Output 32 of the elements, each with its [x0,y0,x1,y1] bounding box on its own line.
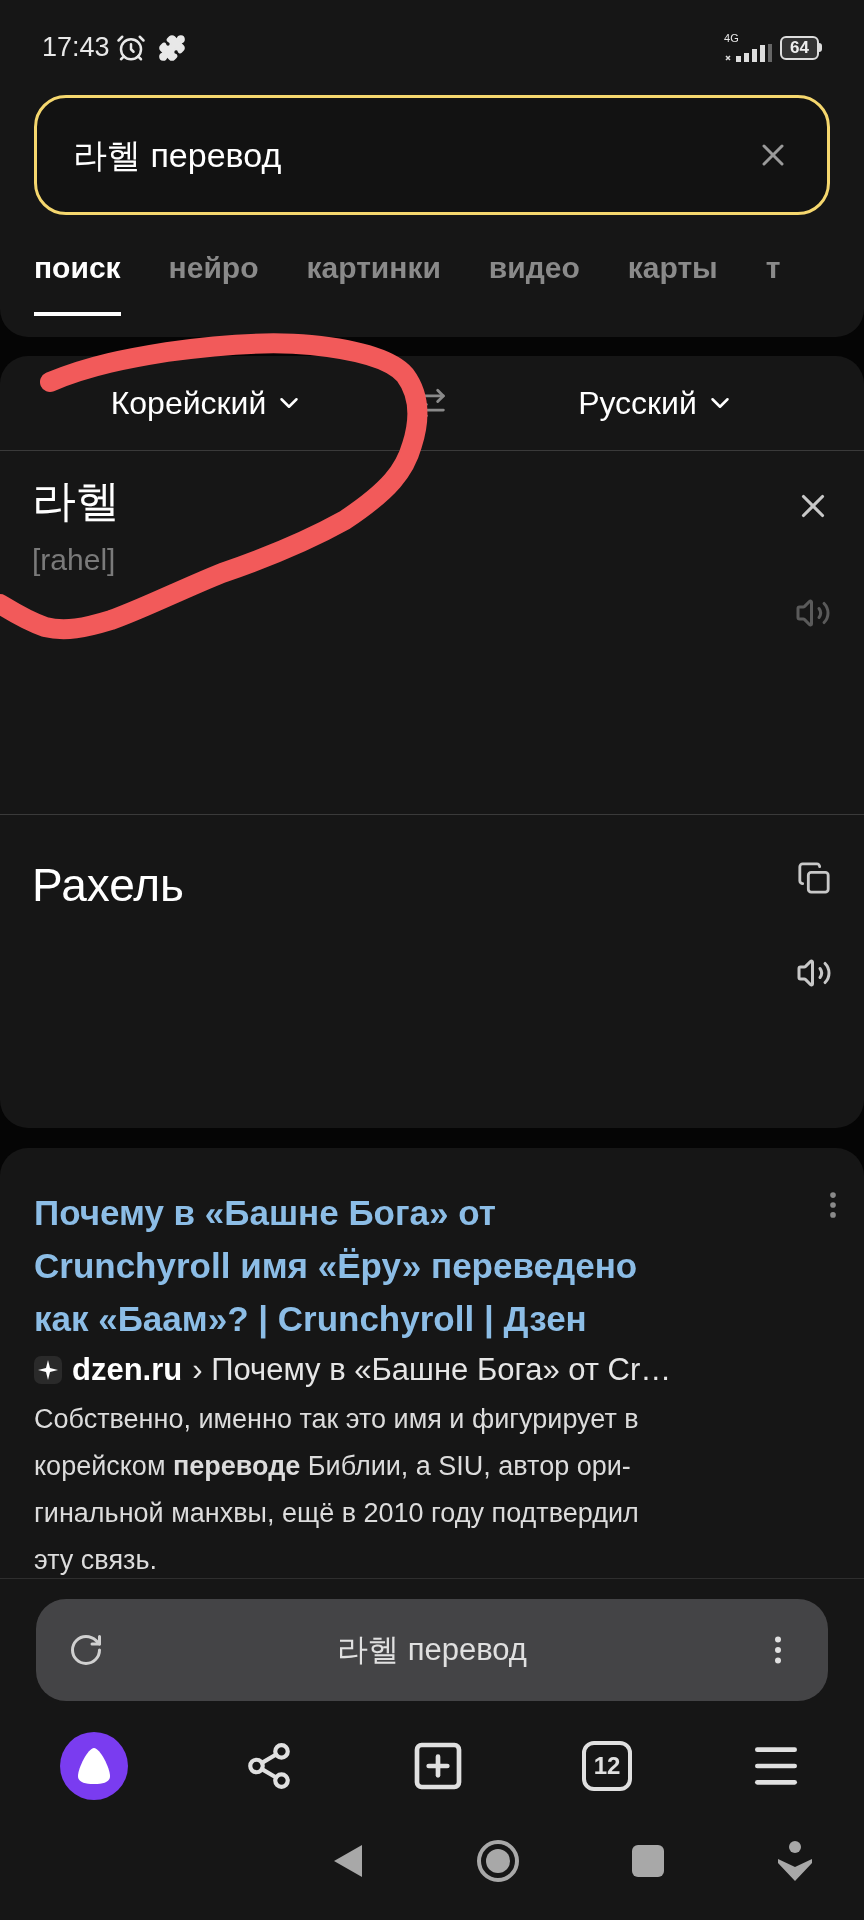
recents-icon[interactable] [632,1845,664,1877]
search-tab[interactable]: карты [627,245,718,316]
search-tab[interactable]: видео [488,245,580,316]
transliteration: [rahel] [32,542,117,578]
search-tab[interactable]: нейро [168,245,259,316]
assistant-icon[interactable] [60,1732,128,1800]
result-site[interactable]: dzen.ru [72,1347,183,1394]
alarm-icon [115,32,146,63]
download-icon[interactable] [776,1841,814,1881]
battery-indicator: 64 [780,35,819,60]
result-title[interactable]: Почему в «Башне Бога» от Crunchyroll имя «Ёру» переведено как «Баам»? | Crunchyroll | Дзен [34,1186,638,1345]
source-language-button[interactable]: Корейский [0,379,415,427]
result-snippet: Собственно, именно так это имя и фигурирует в корейском переводе Библии, а SIU, автор ори- гинальной манхвы, ещё в 2010 году подтвердил эту связь. [34,1402,639,1577]
tabs-counter[interactable]: 12 [582,1741,632,1791]
status-time: 17:43 [42,31,110,65]
address-bar[interactable]: 라헬 перевод [36,1599,828,1701]
search-tab[interactable]: картинки [306,245,441,316]
sparkle-icon [34,1356,62,1385]
result-path: › Почему в «Башне Бога» от Cr… [192,1351,672,1389]
target-language-button[interactable]: Русский [449,379,864,427]
search-tab[interactable]: поиск [34,245,121,316]
copy-icon[interactable] [797,861,831,895]
home-icon[interactable] [476,1839,520,1883]
reload-icon[interactable] [68,1632,104,1668]
back-icon[interactable] [332,1843,364,1879]
network-type: 4G [724,33,739,44]
puzzle-icon [157,33,186,62]
search-field[interactable]: 라헬 перевод [34,95,830,215]
signal-icon [724,44,773,62]
source-text: 라헬 [32,475,121,527]
translation-text: Рахель [32,858,186,913]
search-tab[interactable]: т [765,245,781,316]
